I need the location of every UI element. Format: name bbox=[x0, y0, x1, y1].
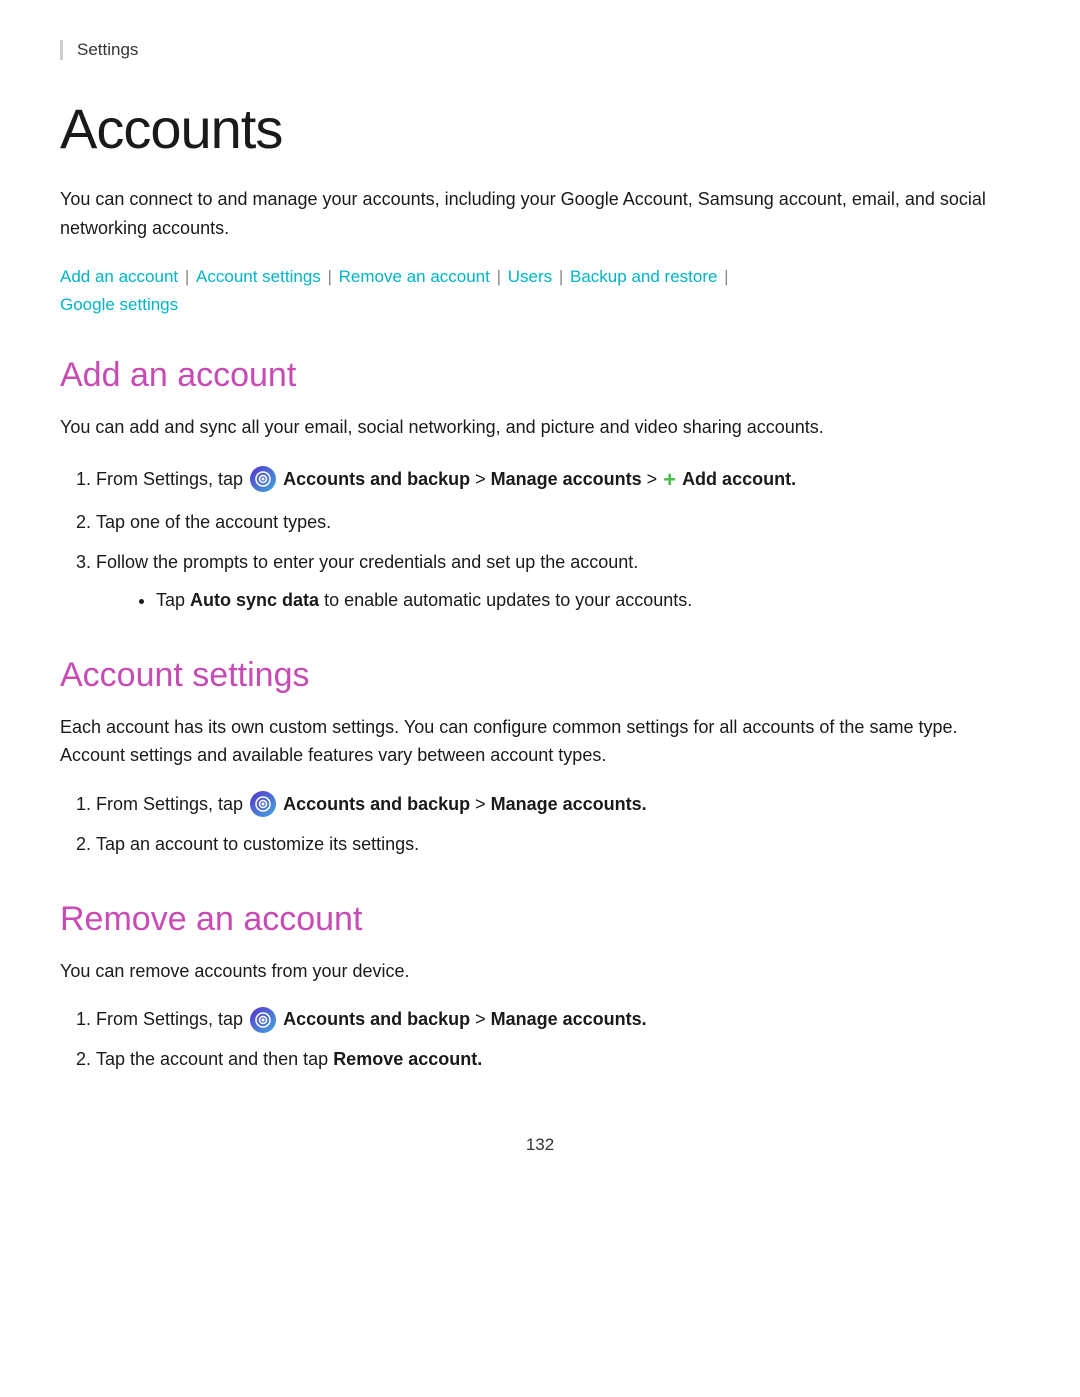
accounts-backup-icon-3 bbox=[250, 1007, 276, 1033]
add-account-step-2: Tap one of the account types. bbox=[96, 508, 1020, 538]
section-intro-account-settings: Each account has its own custom settings… bbox=[60, 713, 1020, 771]
section-intro-add-account: You can add and sync all your email, soc… bbox=[60, 413, 1020, 442]
section-remove-account: Remove an account You can remove account… bbox=[60, 900, 1020, 1075]
nav-link-remove-account[interactable]: Remove an account bbox=[339, 267, 490, 286]
add-account-substep-1: Tap Auto sync data to enable automatic u… bbox=[156, 586, 1020, 616]
section-account-settings: Account settings Each account has its ow… bbox=[60, 656, 1020, 860]
page-title: Accounts bbox=[60, 96, 1020, 161]
remove-account-steps: From Settings, tap Accounts and backup >… bbox=[96, 1005, 1020, 1074]
nav-link-add-account[interactable]: Add an account bbox=[60, 267, 178, 286]
remove-account-step-1: From Settings, tap Accounts and backup >… bbox=[96, 1005, 1020, 1035]
nav-link-google-settings[interactable]: Google settings bbox=[60, 295, 178, 314]
accounts-backup-icon bbox=[250, 466, 276, 492]
page: Settings Accounts You can connect to and… bbox=[0, 0, 1080, 1397]
nav-link-backup-restore[interactable]: Backup and restore bbox=[570, 267, 717, 286]
section-title-account-settings: Account settings bbox=[60, 656, 1020, 695]
remove-account-step-2: Tap the account and then tap Remove acco… bbox=[96, 1045, 1020, 1075]
plus-icon: + bbox=[663, 462, 676, 498]
section-title-remove-account: Remove an account bbox=[60, 900, 1020, 939]
nav-link-users[interactable]: Users bbox=[508, 267, 552, 286]
add-account-substeps: Tap Auto sync data to enable automatic u… bbox=[156, 586, 1020, 616]
account-settings-step-2: Tap an account to customize its settings… bbox=[96, 830, 1020, 860]
nav-link-account-settings[interactable]: Account settings bbox=[196, 267, 321, 286]
account-settings-step-1: From Settings, tap Accounts and backup >… bbox=[96, 790, 1020, 820]
section-add-account: Add an account You can add and sync all … bbox=[60, 356, 1020, 615]
add-account-step-3: Follow the prompts to enter your credent… bbox=[96, 548, 1020, 615]
page-number: 132 bbox=[60, 1135, 1020, 1155]
accounts-backup-icon-2 bbox=[250, 791, 276, 817]
add-account-steps: From Settings, tap Accounts and backup >… bbox=[96, 462, 1020, 615]
add-account-step-1: From Settings, tap Accounts and backup >… bbox=[96, 462, 1020, 498]
section-intro-remove-account: You can remove accounts from your device… bbox=[60, 957, 1020, 986]
nav-links: Add an account | Account settings | Remo… bbox=[60, 263, 1020, 321]
breadcrumb: Settings bbox=[60, 40, 1020, 60]
account-settings-steps: From Settings, tap Accounts and backup >… bbox=[96, 790, 1020, 859]
intro-text: You can connect to and manage your accou… bbox=[60, 185, 1020, 243]
section-title-add-account: Add an account bbox=[60, 356, 1020, 395]
